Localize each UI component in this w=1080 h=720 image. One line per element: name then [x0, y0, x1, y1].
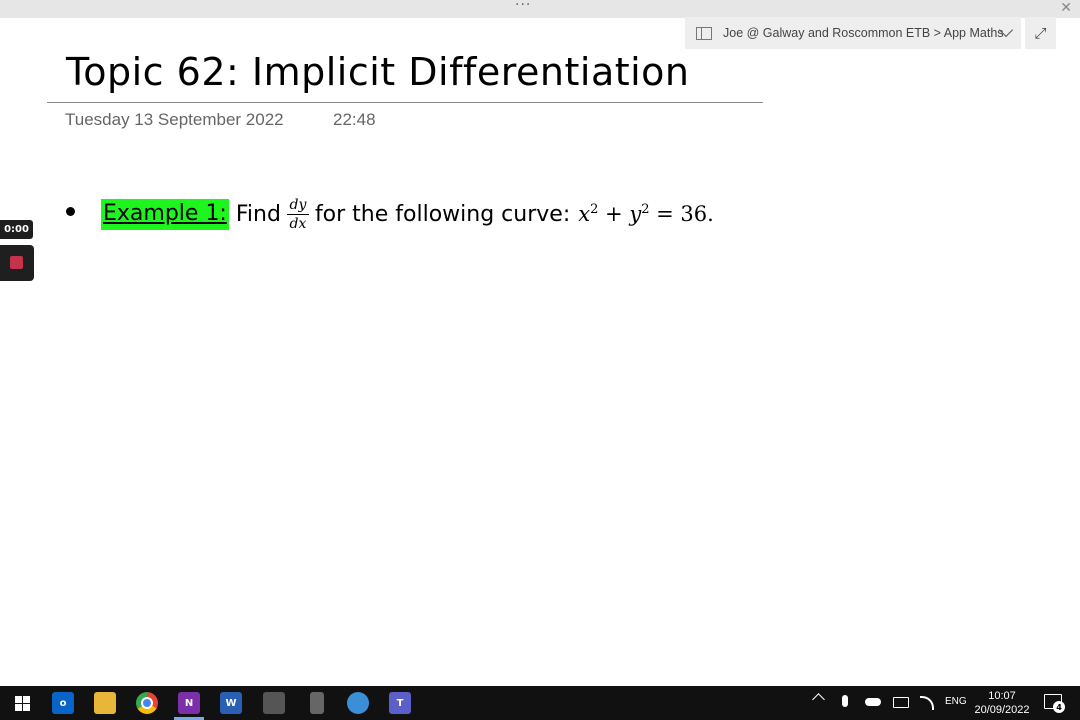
clock-time: 10:07 [988, 690, 1016, 702]
teams-icon[interactable]: T [389, 692, 411, 714]
onenote-icon[interactable]: N [178, 692, 200, 714]
wifi-icon[interactable] [920, 696, 934, 710]
system-clock[interactable]: 10:07 20/09/2022 [972, 689, 1032, 717]
notification-count-badge: 4 [1053, 701, 1065, 713]
taskbar: o N W T ENG 10:07 20/09/2022 4 [0, 686, 1080, 720]
derivative-fraction: dy dx [286, 196, 309, 232]
close-icon[interactable]: ✕ [1060, 0, 1072, 16]
fraction-numerator: dy [289, 196, 307, 213]
instruction-text: for the following curve: [314, 201, 571, 227]
stop-recording-button[interactable] [0, 245, 34, 281]
recording-timer: 0:00 [0, 220, 33, 239]
fraction-denominator: dx [289, 215, 307, 232]
chrome-icon[interactable] [136, 692, 158, 714]
page-date: Tuesday 13 September 2022 [65, 110, 284, 129]
calculator-icon[interactable] [263, 692, 285, 714]
breadcrumb-label: Joe @ Galway and Roscommon ETB > App Mat… [723, 26, 1004, 40]
clock-date: 20/09/2022 [974, 704, 1030, 716]
remote-desktop-icon[interactable] [347, 692, 369, 714]
title-underline [47, 102, 763, 103]
eq-x: x [578, 202, 591, 226]
curve-equation: x2 + y2 = 36. [578, 202, 714, 226]
notebook-icon [696, 26, 712, 40]
eq-y: y [629, 202, 642, 226]
word-icon[interactable]: W [220, 692, 242, 714]
windows-start-icon[interactable] [11, 692, 33, 714]
stop-icon [10, 256, 23, 269]
file-explorer-icon[interactable] [94, 692, 116, 714]
outlook-icon[interactable]: o [52, 692, 74, 714]
fraction-bar [286, 213, 309, 215]
language-indicator[interactable]: ENG [945, 696, 967, 707]
expand-button[interactable]: ⤢ [1025, 17, 1056, 49]
eq-rhs: = 36. [649, 202, 714, 226]
microphone-icon[interactable] [842, 695, 848, 707]
expand-icon: ⤢ [1034, 24, 1047, 42]
chevron-up-icon[interactable] [812, 693, 825, 706]
find-text: Find [235, 201, 281, 227]
more-options-icon[interactable]: ··· [515, 0, 531, 13]
example-label: Example 1: [101, 198, 229, 230]
battery-icon[interactable] [893, 697, 909, 708]
notebook-breadcrumb[interactable]: Joe @ Galway and Roscommon ETB > App Mat… [685, 17, 1021, 49]
eq-plus: + [598, 202, 630, 226]
phone-icon[interactable] [310, 692, 324, 714]
page-title[interactable]: Topic 62: Implicit Differentiation [66, 50, 690, 94]
bullet-point [66, 207, 75, 216]
example-line[interactable]: Example 1: Find dy dx for the following … [101, 192, 714, 236]
window-top-strip: ··· ✕ [0, 0, 1080, 18]
page-time: 22:48 [333, 110, 376, 129]
onedrive-icon[interactable] [865, 698, 881, 706]
